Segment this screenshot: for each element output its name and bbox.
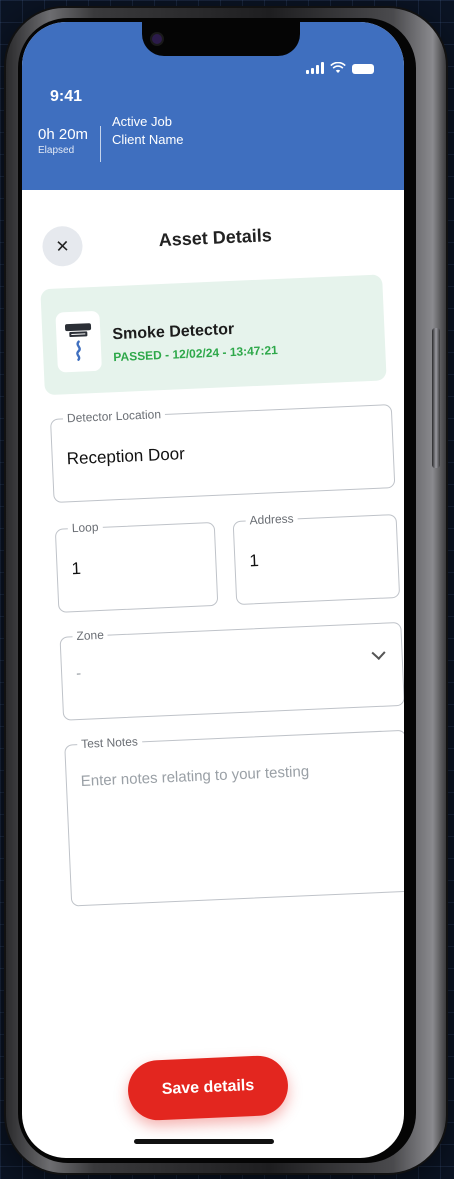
wifi-icon: [330, 62, 346, 73]
elapsed-time: 0h 20m: [38, 126, 89, 143]
test-notes-label: Test Notes: [76, 734, 143, 752]
detector-location-label: Detector Location: [62, 406, 166, 426]
loop-value: 1: [71, 558, 82, 579]
detector-location-field[interactable]: Detector Location Reception Door: [50, 404, 396, 503]
asset-summary-card: Smoke Detector PASSED - 12/02/24 - 13:47…: [40, 274, 387, 396]
phone-screen: 9:41 0h 20m Elapsed Active Job Client Na…: [22, 22, 404, 1158]
asset-test-status: PASSED - 12/02/24 - 13:47:21: [113, 343, 279, 365]
header-divider: [100, 126, 101, 162]
zone-value: -: [75, 664, 82, 683]
elapsed-label: Elapsed: [38, 145, 75, 156]
status-icons: [306, 62, 374, 74]
zone-label: Zone: [72, 627, 109, 644]
save-details-button[interactable]: Save details: [126, 1054, 290, 1122]
page-title: Asset Details: [158, 225, 273, 251]
loop-field[interactable]: Loop 1: [54, 519, 219, 613]
client-name: Client Name: [112, 132, 184, 147]
elapsed-timer: 0h 20m Elapsed: [38, 126, 88, 156]
side-button: [432, 328, 440, 468]
camera-notch: [142, 22, 300, 56]
battery-icon: [352, 64, 374, 74]
address-label: Address: [245, 511, 298, 528]
test-notes-textarea[interactable]: Test Notes Enter notes relating to your …: [64, 729, 404, 907]
detector-location-value: Reception Door: [66, 444, 186, 469]
loop-label: Loop: [67, 519, 103, 536]
asset-name: Smoke Detector: [112, 320, 235, 344]
home-indicator: [134, 1139, 274, 1144]
header-bar: 9:41 0h 20m Elapsed Active Job Client Na…: [22, 22, 404, 190]
front-camera-icon: [152, 34, 162, 44]
signal-icon: [306, 62, 324, 74]
address-value: 1: [248, 551, 260, 571]
zone-select[interactable]: Zone -: [59, 621, 404, 721]
active-job-info: Active Job Client Name: [112, 114, 184, 150]
status-time: 9:41: [50, 88, 83, 105]
job-status: Active Job: [112, 114, 172, 129]
smoke-detector-icon: [55, 310, 102, 373]
chevron-down-icon: [371, 645, 386, 660]
test-notes-placeholder: Enter notes relating to your testing: [80, 763, 310, 790]
address-field[interactable]: Address 1: [232, 511, 401, 606]
